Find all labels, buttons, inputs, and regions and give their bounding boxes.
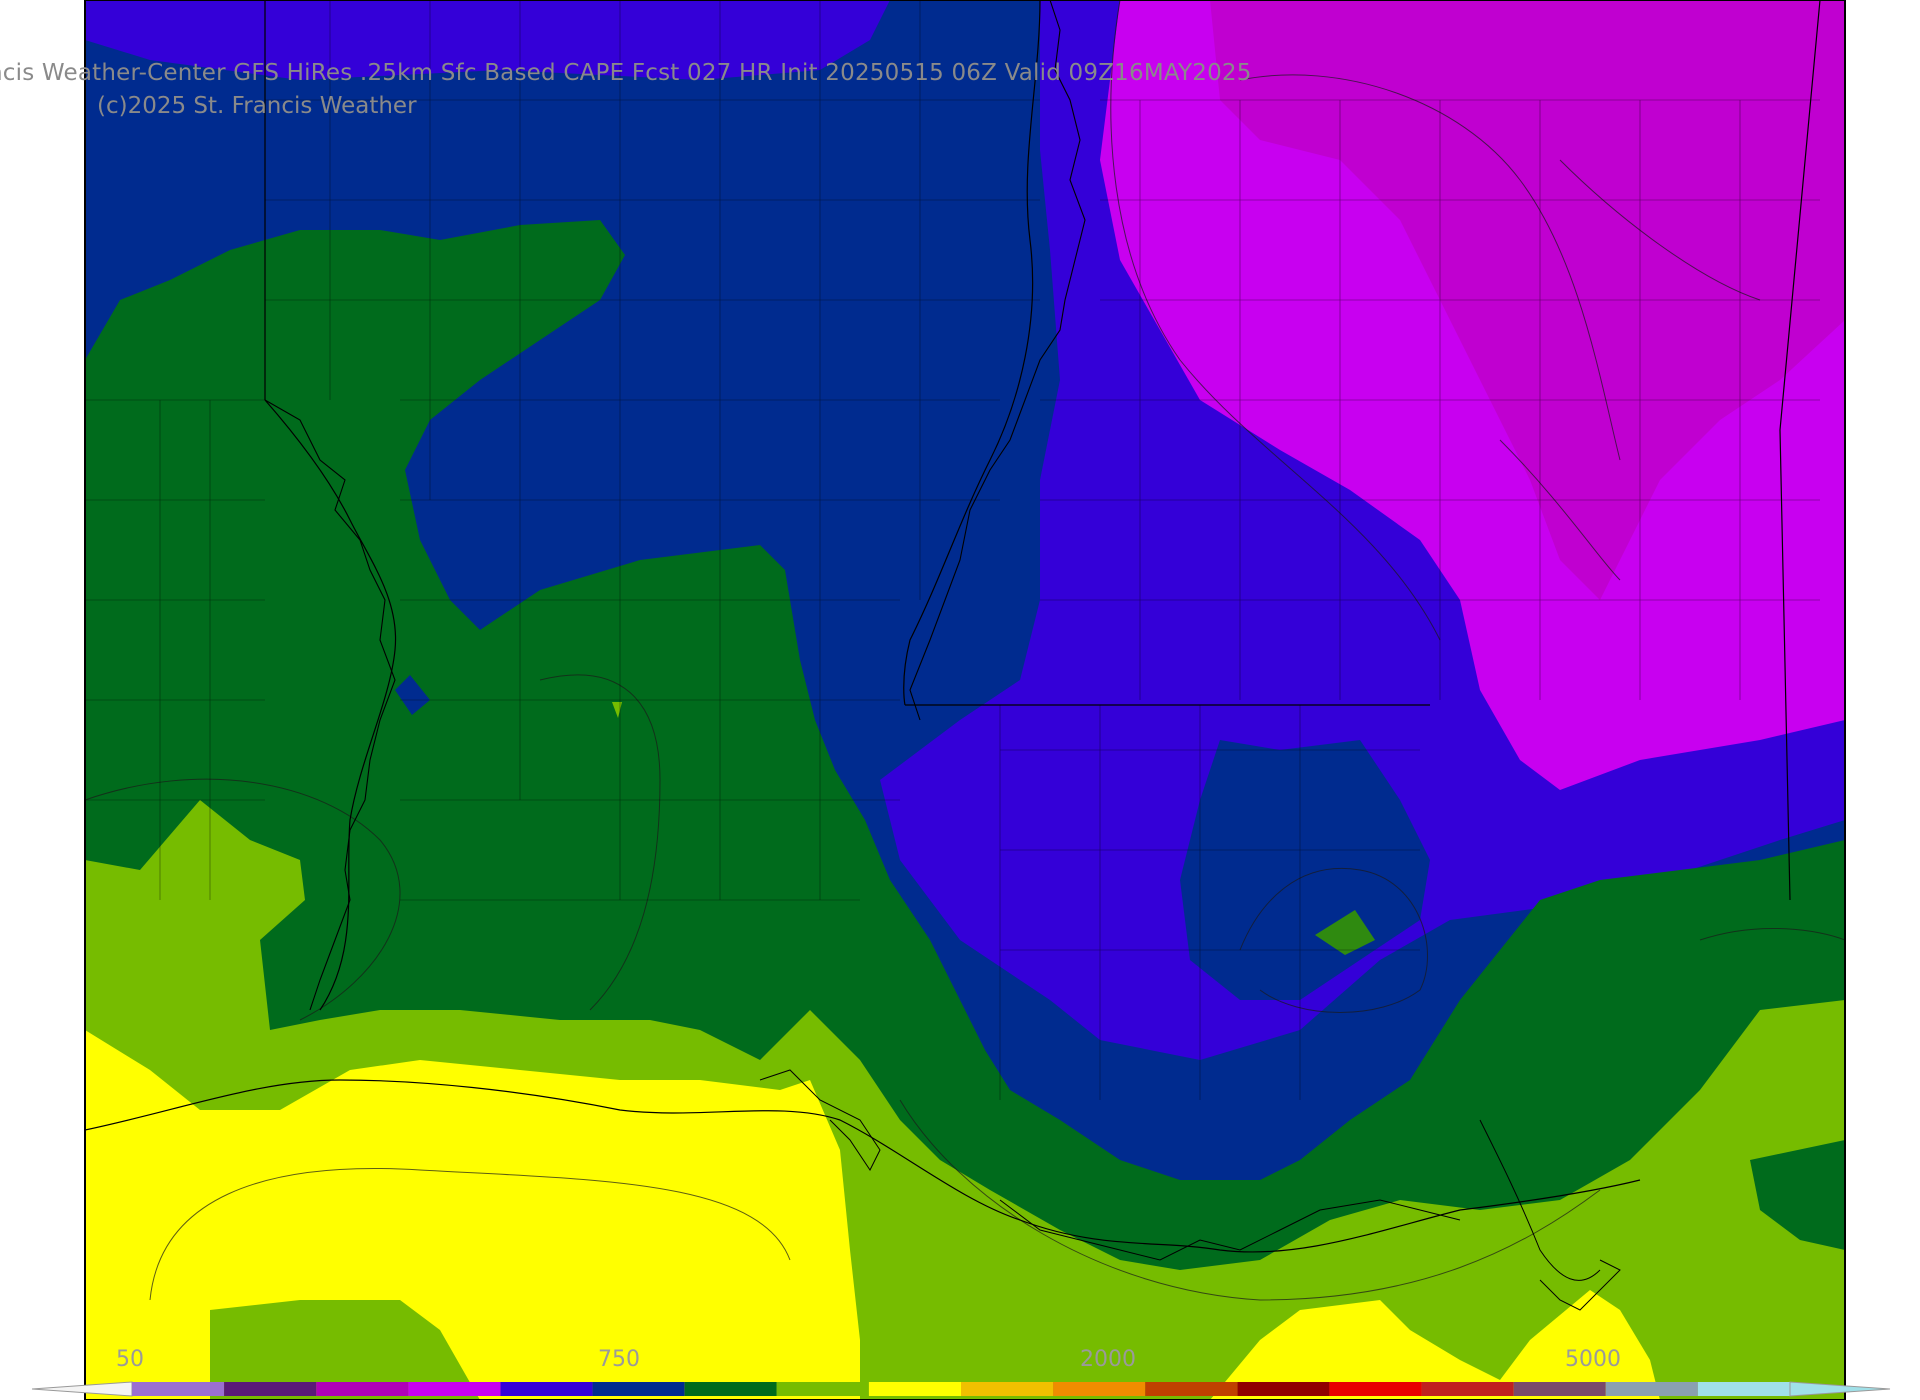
map-title: ncis Weather-Center GFS HiRes .25km Sfc … — [0, 60, 1252, 86]
colorbar-swatch — [592, 1382, 685, 1396]
colorbar-arrow-left — [31, 1381, 133, 1397]
colorbar-swatch — [776, 1382, 869, 1396]
colorbar-swatch — [132, 1382, 225, 1396]
colorbar-swatch — [224, 1382, 317, 1396]
colorbar-swatch — [500, 1382, 593, 1396]
colorbar-swatch — [961, 1382, 1054, 1396]
colorbar-swatch — [1421, 1382, 1514, 1396]
colorbar-swatch — [1053, 1382, 1146, 1396]
cape-map — [31, 0, 1891, 1400]
colorbar-tick-label: 50 — [116, 1347, 144, 1372]
copyright-text: (c)2025 St. Francis Weather — [97, 93, 417, 119]
colorbar-swatch — [1513, 1382, 1606, 1396]
colorbar-tick-label: 2000 — [1080, 1347, 1136, 1372]
colorbar-swatch — [1237, 1382, 1330, 1396]
cape-filled-contours — [85, 0, 1845, 1400]
weather-map-panel: ncis Weather-Center GFS HiRes .25km Sfc … — [0, 0, 1920, 1400]
colorbar-swatch — [684, 1382, 777, 1396]
colorbar-swatch — [316, 1382, 409, 1396]
colorbar-swatch — [1697, 1382, 1790, 1396]
colorbar-tick-label: 5000 — [1565, 1347, 1621, 1372]
colorbar-swatch — [1605, 1382, 1698, 1396]
colorbar-swatch — [1329, 1382, 1422, 1396]
colorbar-tick-label: 750 — [598, 1347, 640, 1372]
colorbar-swatch — [408, 1382, 501, 1396]
cape-colorbar — [31, 1381, 1891, 1397]
colorbar-swatch — [1145, 1382, 1238, 1396]
colorbar-swatch — [868, 1382, 961, 1396]
